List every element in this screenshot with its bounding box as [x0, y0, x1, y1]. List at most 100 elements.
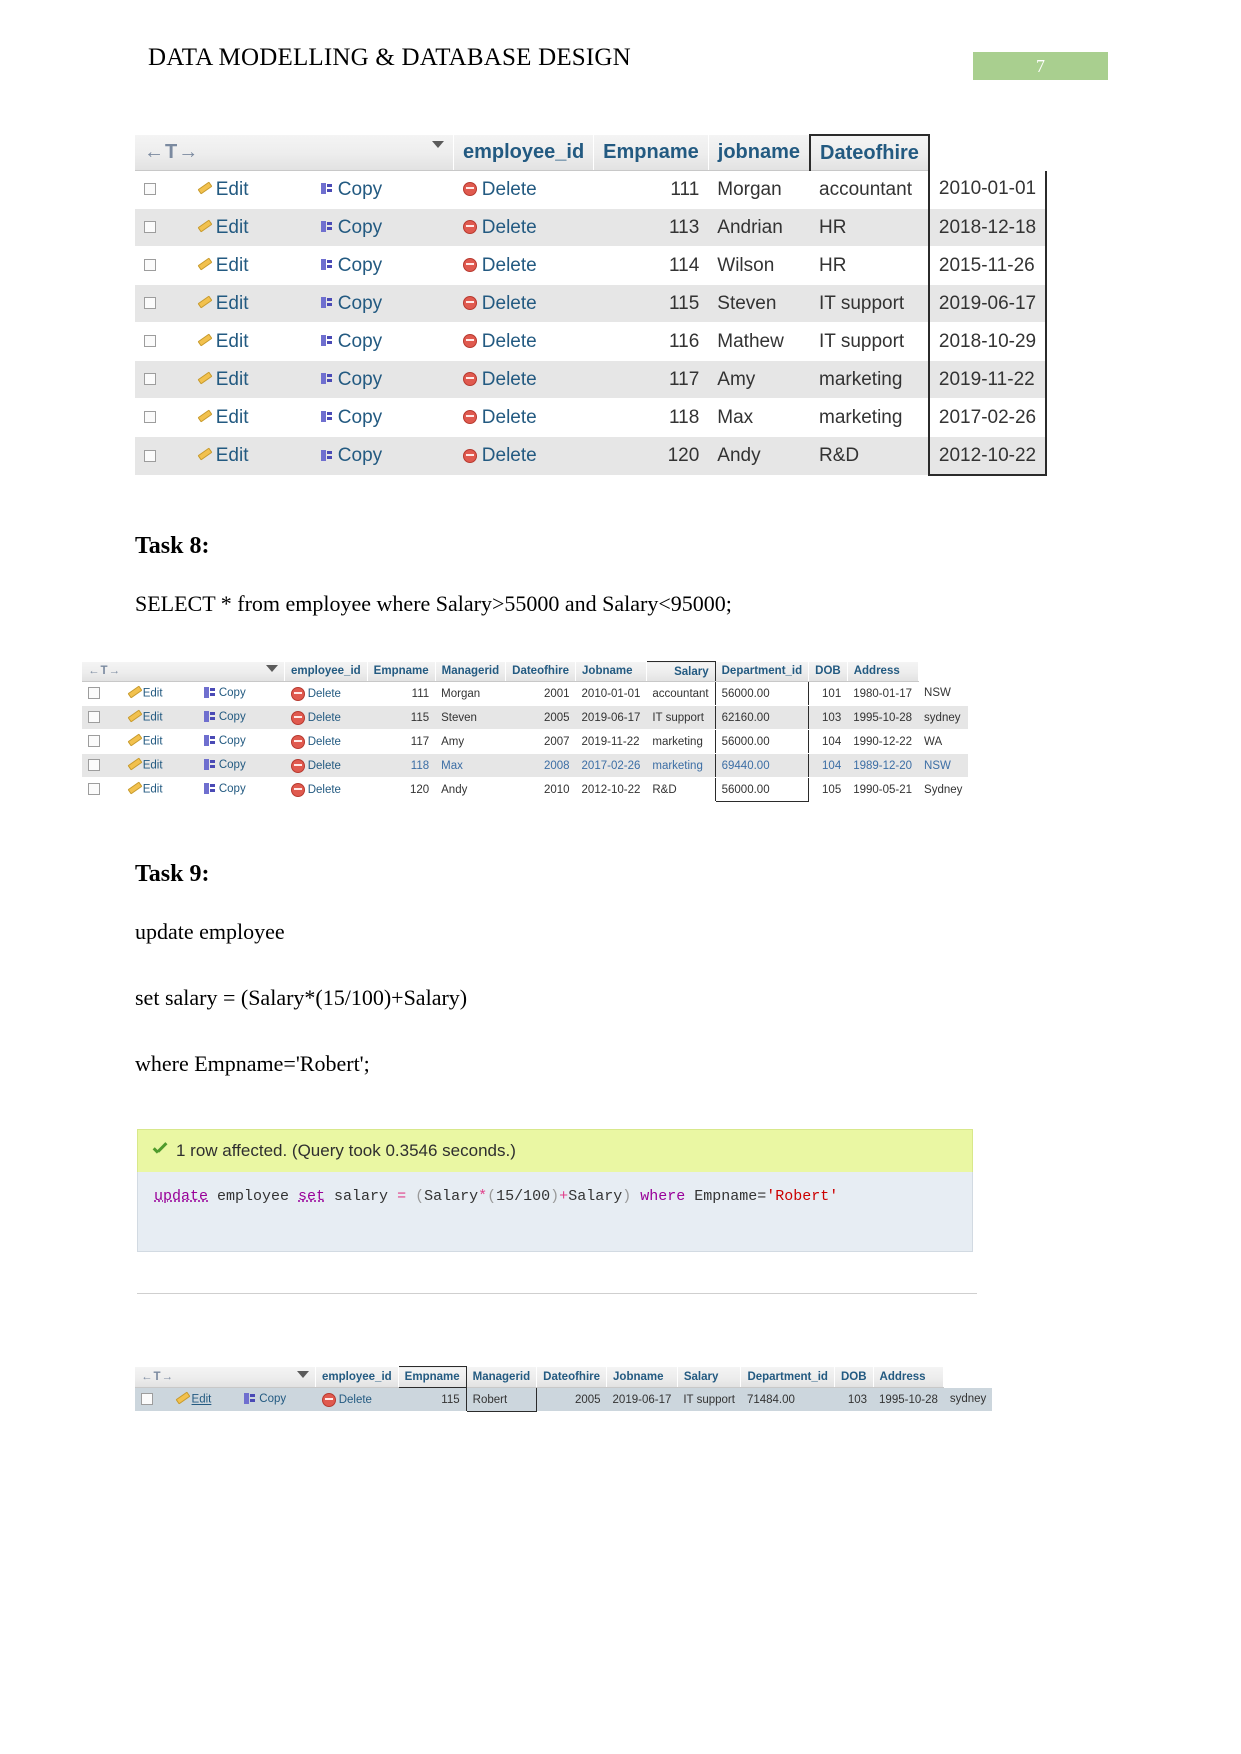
delete-link[interactable]: Delete: [308, 736, 341, 748]
row-select-cell[interactable]: [135, 208, 189, 247]
row-select-cell[interactable]: [135, 360, 189, 399]
row-select-cell[interactable]: [82, 681, 121, 706]
edit-link[interactable]: Edit: [216, 217, 249, 238]
delete-cell[interactable]: Delete: [284, 777, 368, 802]
delete-cell[interactable]: Delete: [315, 1387, 399, 1412]
table-nav-header[interactable]: ←T→: [135, 1366, 316, 1388]
copy-link[interactable]: Copy: [338, 255, 382, 276]
table-row[interactable]: Edit Copy Delete 117 Amy 2007 2019-11-22 mark…: [82, 729, 969, 754]
table-row[interactable]: Edit Copy Delete 120 Andy 2010 2012-10-22 R&D…: [82, 777, 969, 802]
table-row[interactable]: Edit Copy Delete 117 Amy marketing 2019-11-2…: [135, 360, 1048, 399]
col-dob[interactable]: DOB: [808, 661, 848, 682]
copy-link[interactable]: Copy: [219, 712, 246, 724]
copy-cell[interactable]: Copy: [197, 681, 285, 706]
row-checkbox[interactable]: [141, 1393, 153, 1406]
table-row[interactable]: Edit Copy Delete 116 Mathew IT support 2018-…: [135, 322, 1048, 361]
col-department-id[interactable]: Department_id: [715, 661, 810, 682]
delete-cell[interactable]: Delete: [453, 360, 594, 399]
copy-cell[interactable]: Copy: [311, 360, 454, 399]
edit-cell[interactable]: Edit: [169, 1387, 239, 1412]
table-row[interactable]: Edit Copy Delete 113 Andrian HR 2018-12-18: [135, 208, 1048, 247]
delete-cell[interactable]: Delete: [453, 322, 594, 361]
table-row[interactable]: Edit Copy Delete 111 Morgan accountant 2010-…: [135, 170, 1048, 209]
delete-cell[interactable]: Delete: [453, 398, 594, 437]
col-empname[interactable]: Empname: [397, 1366, 467, 1388]
copy-cell[interactable]: Copy: [197, 777, 285, 802]
edit-cell[interactable]: Edit: [120, 729, 198, 754]
edit-cell[interactable]: Edit: [188, 322, 312, 361]
row-checkbox[interactable]: [144, 183, 156, 196]
row-select-cell[interactable]: [135, 246, 189, 285]
copy-link[interactable]: Copy: [338, 293, 382, 314]
edit-link[interactable]: Edit: [216, 179, 249, 200]
copy-cell[interactable]: Copy: [311, 436, 454, 476]
edit-cell[interactable]: Edit: [188, 360, 312, 399]
row-select-cell[interactable]: [82, 705, 121, 730]
table-row[interactable]: Edit Copy Delete 115 Robert 2005 2019-06-17 I…: [135, 1387, 993, 1412]
table-nav-header[interactable]: ←T→: [82, 661, 285, 682]
edit-cell[interactable]: Edit: [188, 398, 312, 437]
edit-cell[interactable]: Edit: [120, 705, 198, 730]
row-checkbox[interactable]: [144, 297, 156, 310]
col-dateofhire[interactable]: Dateofhire: [505, 661, 577, 682]
edit-link[interactable]: Edit: [216, 255, 249, 276]
copy-link[interactable]: Copy: [219, 688, 246, 700]
query-sql-display[interactable]: update employee set salary = (Salary*(15…: [137, 1172, 973, 1252]
copy-link[interactable]: Copy: [219, 736, 246, 748]
delete-link[interactable]: Delete: [308, 760, 341, 772]
delete-cell[interactable]: Delete: [284, 705, 368, 730]
col-managerid[interactable]: Managerid: [466, 1366, 538, 1388]
chevron-down-icon[interactable]: [266, 665, 278, 673]
delete-cell[interactable]: Delete: [284, 729, 368, 754]
edit-link[interactable]: Edit: [143, 688, 163, 700]
row-select-cell[interactable]: [135, 436, 189, 476]
delete-link[interactable]: Delete: [482, 331, 537, 352]
copy-cell[interactable]: Copy: [197, 753, 285, 778]
copy-link[interactable]: Copy: [338, 217, 382, 238]
edit-cell[interactable]: Edit: [120, 777, 198, 802]
row-checkbox[interactable]: [144, 411, 156, 424]
row-checkbox[interactable]: [144, 221, 156, 234]
delete-link[interactable]: Delete: [482, 369, 537, 390]
col-dob[interactable]: DOB: [834, 1366, 874, 1388]
edit-link[interactable]: Edit: [216, 331, 249, 352]
col-employee-id[interactable]: employee_id: [453, 135, 595, 171]
copy-cell[interactable]: Copy: [311, 170, 454, 209]
col-dateofhire[interactable]: Dateofhire: [809, 134, 930, 171]
row-select-cell[interactable]: [82, 777, 121, 802]
delete-link[interactable]: Delete: [482, 217, 537, 238]
delete-cell[interactable]: Delete: [453, 246, 594, 285]
row-checkbox[interactable]: [144, 335, 156, 348]
table-row[interactable]: Edit Copy Delete 111 Morgan 2001 2010-01-01 a…: [82, 681, 969, 706]
col-employee-id[interactable]: employee_id: [315, 1366, 399, 1388]
col-dateofhire[interactable]: Dateofhire: [536, 1366, 608, 1388]
chevron-down-icon[interactable]: [432, 141, 444, 148]
col-employee-id[interactable]: employee_id: [284, 661, 368, 682]
copy-cell[interactable]: Copy: [197, 705, 285, 730]
col-salary[interactable]: Salary: [645, 661, 716, 682]
table-row[interactable]: Edit Copy Delete 120 Andy R&D 2012-10-22: [135, 436, 1048, 476]
copy-link[interactable]: Copy: [338, 407, 382, 428]
col-department-id[interactable]: Department_id: [740, 1366, 835, 1388]
table-row[interactable]: Edit Copy Delete 118 Max marketing 2017-02-2…: [135, 398, 1048, 437]
col-empname[interactable]: Empname: [593, 135, 709, 171]
col-managerid[interactable]: Managerid: [435, 661, 507, 682]
copy-cell[interactable]: Copy: [238, 1387, 316, 1412]
row-select-cell[interactable]: [82, 729, 121, 754]
delete-cell[interactable]: Delete: [453, 170, 594, 209]
edit-link[interactable]: Edit: [216, 293, 249, 314]
row-checkbox[interactable]: [144, 449, 156, 462]
copy-link[interactable]: Copy: [338, 179, 382, 200]
chevron-down-icon[interactable]: [297, 1370, 309, 1378]
row-select-cell[interactable]: [82, 753, 121, 778]
table-row[interactable]: Edit Copy Delete 115 Steven IT support 2019-…: [135, 284, 1048, 323]
row-select-cell[interactable]: [135, 170, 189, 209]
row-checkbox[interactable]: [88, 687, 100, 700]
row-checkbox[interactable]: [88, 783, 100, 796]
copy-cell[interactable]: Copy: [311, 208, 454, 247]
delete-link[interactable]: Delete: [482, 179, 537, 200]
edit-cell[interactable]: Edit: [188, 284, 312, 323]
copy-cell[interactable]: Copy: [311, 398, 454, 437]
copy-cell[interactable]: Copy: [311, 322, 454, 361]
edit-link[interactable]: Edit: [143, 712, 163, 724]
